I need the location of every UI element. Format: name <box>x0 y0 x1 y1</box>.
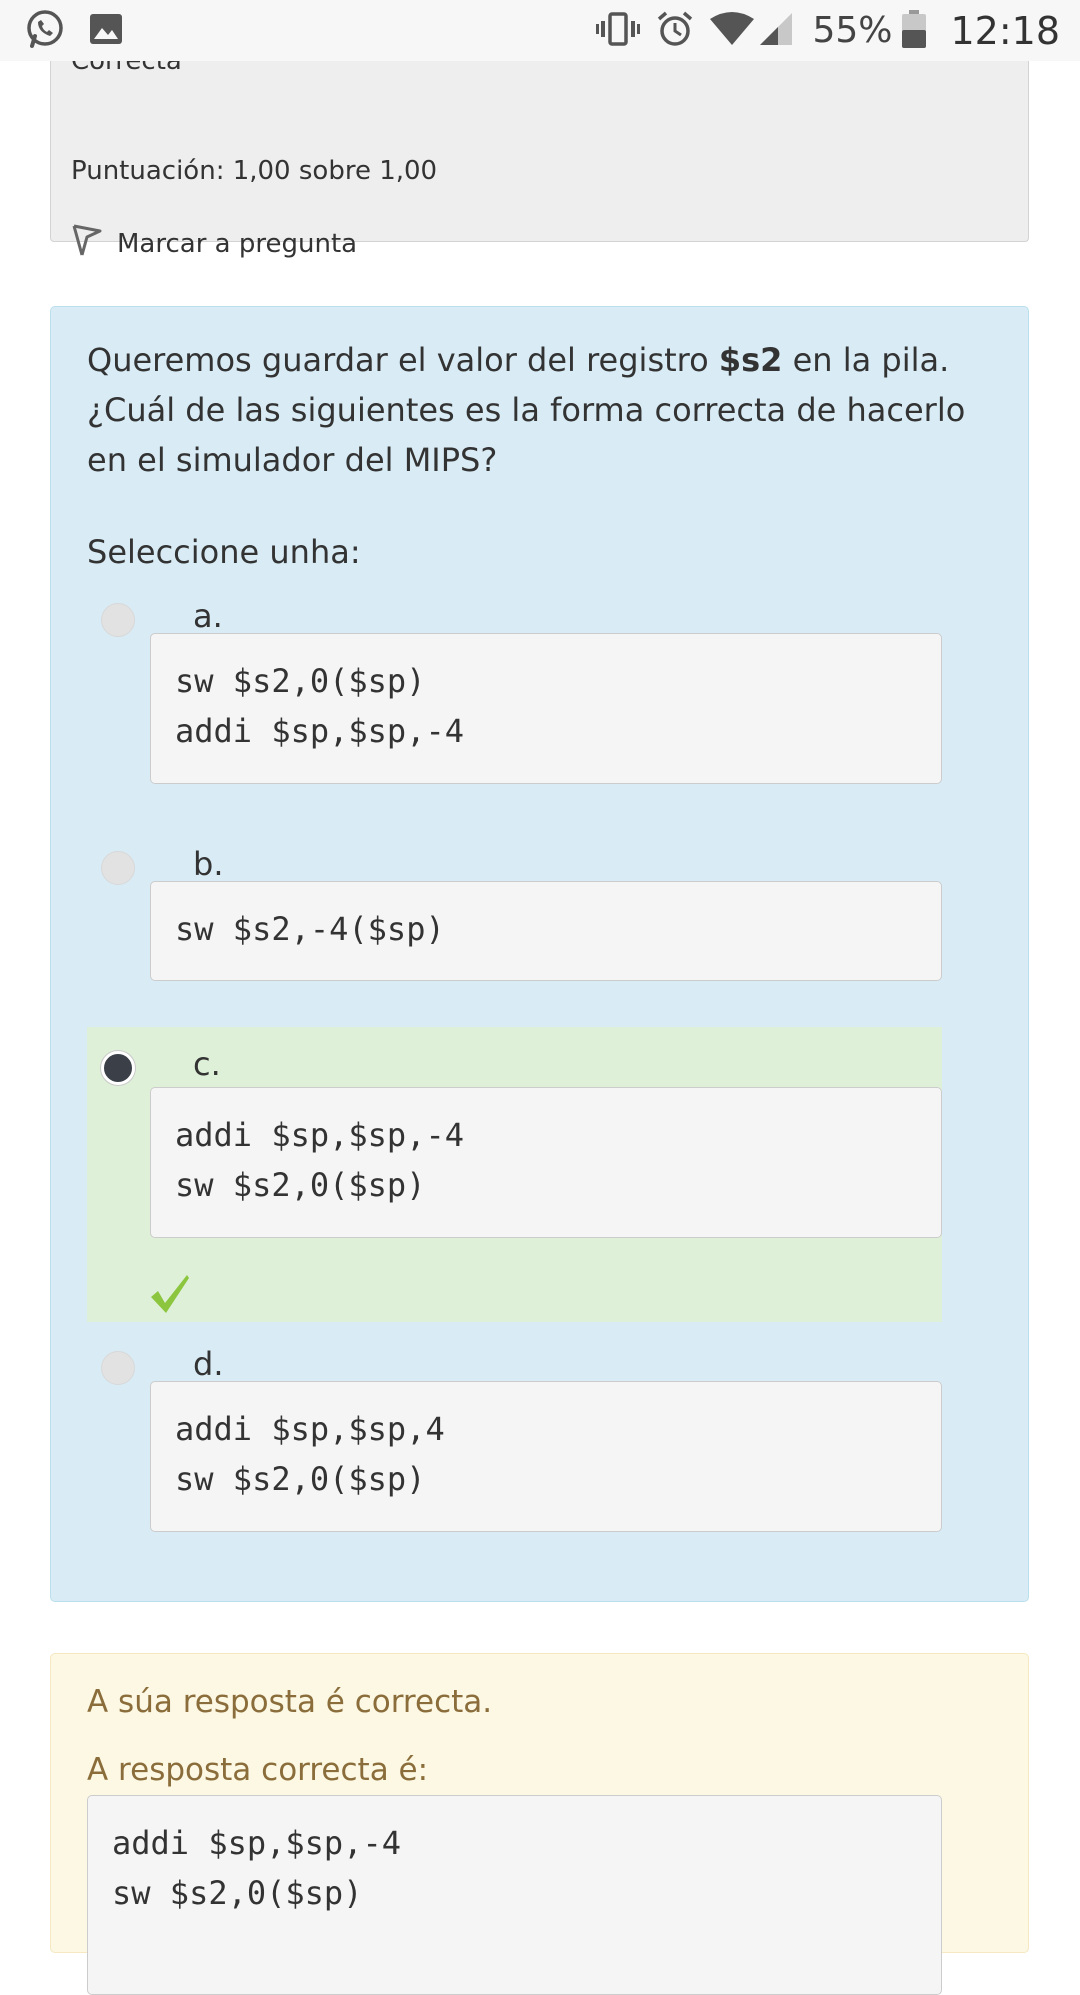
checkmark-icon <box>149 1273 191 1319</box>
flag-icon <box>71 223 103 264</box>
code-line: sw $s2,0($sp) <box>175 1460 426 1498</box>
radio-option-b[interactable] <box>101 851 135 885</box>
feedback-result: A súa resposta é correcta. <box>87 1684 493 1720</box>
radio-option-d[interactable] <box>101 1351 135 1385</box>
correct-answer-code: addi $sp,$sp,-4 sw $s2,0($sp) <box>87 1795 942 1995</box>
code-line: addi $sp,$sp,-4 <box>175 712 464 750</box>
code-line: sw $s2,0($sp) <box>112 1874 363 1912</box>
wifi-icon <box>710 11 755 51</box>
option-code: addi $sp,$sp,-4 sw $s2,0($sp) <box>150 1087 942 1238</box>
option-letter: b. <box>193 845 224 883</box>
whatsapp-icon <box>24 8 66 54</box>
battery-percent: 55% <box>812 10 893 51</box>
radio-option-c[interactable] <box>101 1051 135 1085</box>
flag-question-label: Marcar a pregunta <box>117 228 358 259</box>
option-letter: c. <box>193 1045 221 1083</box>
register-name: $s2 <box>718 341 783 379</box>
clock: 12:18 <box>950 8 1060 53</box>
option-code: addi $sp,$sp,4 sw $s2,0($sp) <box>150 1381 942 1532</box>
option-letter: a. <box>193 597 223 635</box>
answer-option-b[interactable]: b. sw $s2,-4($sp) <box>87 845 942 981</box>
answer-option-a[interactable]: a. sw $s2,0($sp) addi $sp,$sp,-4 <box>87 597 942 784</box>
vibrate-icon <box>596 11 641 51</box>
code-line: addi $sp,$sp,-4 <box>175 1116 464 1154</box>
question-text-start: Queremos guardar el valor del registro <box>87 341 719 379</box>
answer-option-d[interactable]: d. addi $sp,$sp,4 sw $s2,0($sp) <box>87 1345 942 1535</box>
code-line: sw $s2,0($sp) <box>175 1166 426 1204</box>
image-icon <box>88 11 124 51</box>
question-score: Puntuación: 1,00 sobre 1,00 <box>71 156 438 186</box>
code-line: addi $sp,$sp,-4 <box>112 1824 401 1862</box>
question-box: Queremos guardar el valor del registro $… <box>50 306 1029 1602</box>
battery-icon <box>902 9 927 52</box>
alarm-icon <box>656 10 694 52</box>
code-line: sw $s2,0($sp) <box>175 662 426 700</box>
feedback-box: A súa resposta é correcta. A resposta co… <box>50 1653 1029 1995</box>
signal-icon <box>758 11 794 51</box>
question-text: Queremos guardar el valor del registro $… <box>87 335 987 485</box>
option-code: sw $s2,0($sp) addi $sp,$sp,-4 <box>150 633 942 784</box>
previous-question-info: Correcta Puntuación: 1,00 sobre 1,00 Mar… <box>50 40 1029 259</box>
option-letter: d. <box>193 1345 224 1383</box>
select-prompt: Seleccione unha: <box>87 533 361 571</box>
feedback-answer-label: A resposta correcta é: <box>87 1752 429 1788</box>
status-bar: 55% 12:18 <box>0 0 1080 61</box>
option-code: sw $s2,-4($sp) <box>150 881 942 981</box>
radio-option-a[interactable] <box>101 603 135 637</box>
flag-question-link[interactable]: Marcar a pregunta <box>71 223 357 264</box>
code-line: addi $sp,$sp,4 <box>175 1410 445 1448</box>
code-line: sw $s2,-4($sp) <box>175 910 445 948</box>
answer-option-c[interactable]: c. addi $sp,$sp,-4 sw $s2,0($sp) <box>87 1027 942 1322</box>
